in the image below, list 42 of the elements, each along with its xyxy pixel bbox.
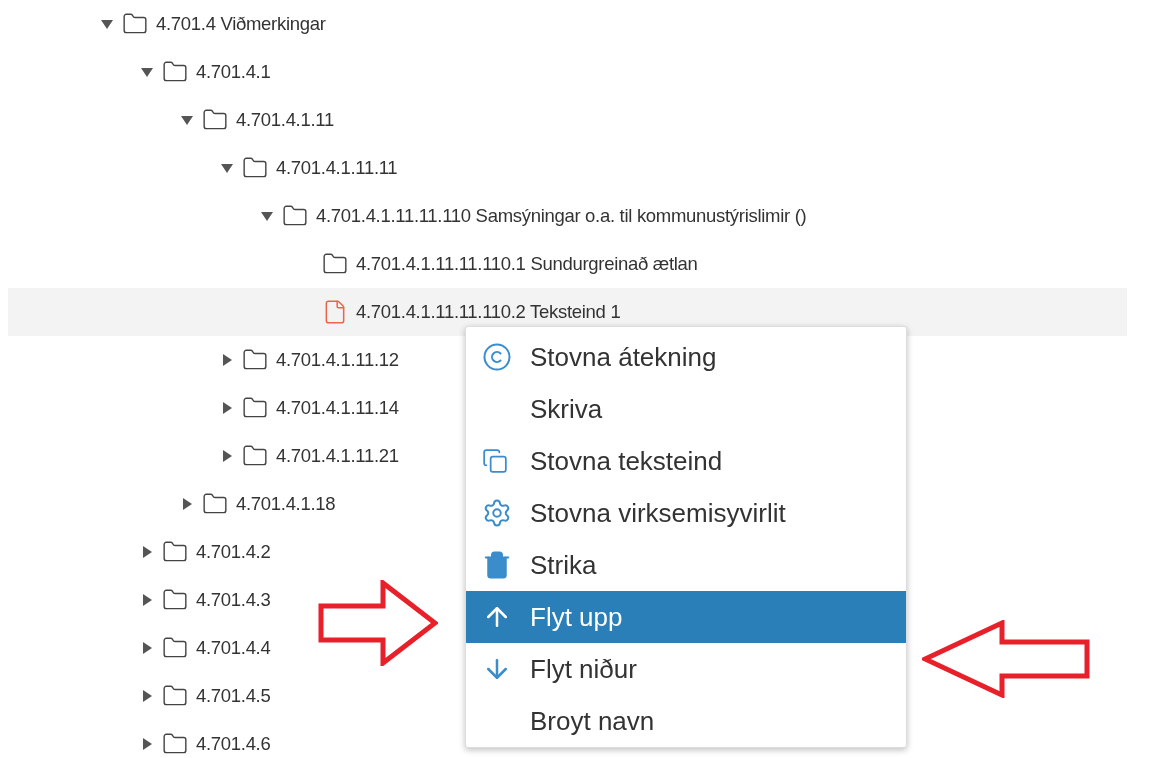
- expand-toggle-icon[interactable]: [140, 545, 154, 559]
- tree-item-label[interactable]: 4.701.4.6: [196, 733, 271, 755]
- expand-toggle-icon[interactable]: [180, 497, 194, 511]
- copy-icon: [482, 448, 508, 474]
- expand-toggle-icon[interactable]: [140, 689, 154, 703]
- expand-toggle-icon[interactable]: [220, 353, 234, 367]
- expand-toggle-icon[interactable]: [140, 593, 154, 607]
- expand-toggle-icon[interactable]: [220, 449, 234, 463]
- menu-item[interactable]: Skriva: [466, 383, 906, 435]
- tree-item-label[interactable]: 4.701.4.3: [196, 589, 271, 611]
- tree-item-label[interactable]: 4.701.4.1.11.21: [276, 445, 399, 467]
- selected-row[interactable]: 4.701.4.1.11.11.110.2 Teksteind 1: [8, 288, 1127, 336]
- expand-toggle-icon[interactable]: [220, 401, 234, 415]
- collapse-toggle-icon[interactable]: [180, 113, 194, 127]
- tree-item-label[interactable]: 4.701.4.1: [196, 61, 271, 83]
- menu-item[interactable]: Broyt navn: [466, 695, 906, 747]
- copyright-icon: [482, 342, 512, 372]
- expand-toggle-icon[interactable]: [140, 641, 154, 655]
- tree-item-label[interactable]: 4.701.4.1.11.11.110.1 Sundurgreinað ætlan: [356, 253, 698, 275]
- menu-item[interactable]: Stovna virksemisyvirlit: [466, 487, 906, 539]
- tree-item-label[interactable]: 4.701.4.1.11.11.110 Samsýningar o.a. til kommunustýrislimir (): [316, 205, 807, 227]
- tree-item-label[interactable]: 4.701.4 Viðmerkingar: [156, 13, 326, 35]
- collapse-toggle-icon[interactable]: [220, 161, 234, 175]
- expand-toggle-icon[interactable]: [140, 737, 154, 751]
- menu-item[interactable]: Strika: [466, 539, 906, 591]
- menu-item[interactable]: Flyt upp: [466, 591, 906, 643]
- tree-item-label[interactable]: 4.701.4.1.18: [236, 493, 336, 515]
- settings-icon: [482, 498, 512, 528]
- menu-item[interactable]: Stovna teksteind: [466, 435, 906, 487]
- tree-item-label[interactable]: 4.701.4.1.11.12: [276, 349, 399, 371]
- menu-item[interactable]: Flyt niður: [466, 643, 906, 695]
- trash-icon: [482, 550, 512, 580]
- collapse-toggle-icon[interactable]: [260, 209, 274, 223]
- tree-item-label[interactable]: 4.701.4.4: [196, 637, 271, 659]
- collapse-toggle-icon[interactable]: [140, 65, 154, 79]
- collapse-toggle-icon[interactable]: [100, 17, 114, 31]
- tree-item-label[interactable]: 4.701.4.5: [196, 685, 271, 707]
- tree-item-label[interactable]: 4.701.4.2: [196, 541, 271, 563]
- tree-item-label[interactable]: 4.701.4.1.11.11.110.2 Teksteind 1: [356, 301, 621, 323]
- tree-item-label[interactable]: 4.701.4.1.11: [236, 109, 334, 131]
- tree-item-label[interactable]: 4.701.4.1.11.14: [276, 397, 399, 419]
- tree-item-label[interactable]: 4.701.4.1.11.11: [276, 157, 398, 179]
